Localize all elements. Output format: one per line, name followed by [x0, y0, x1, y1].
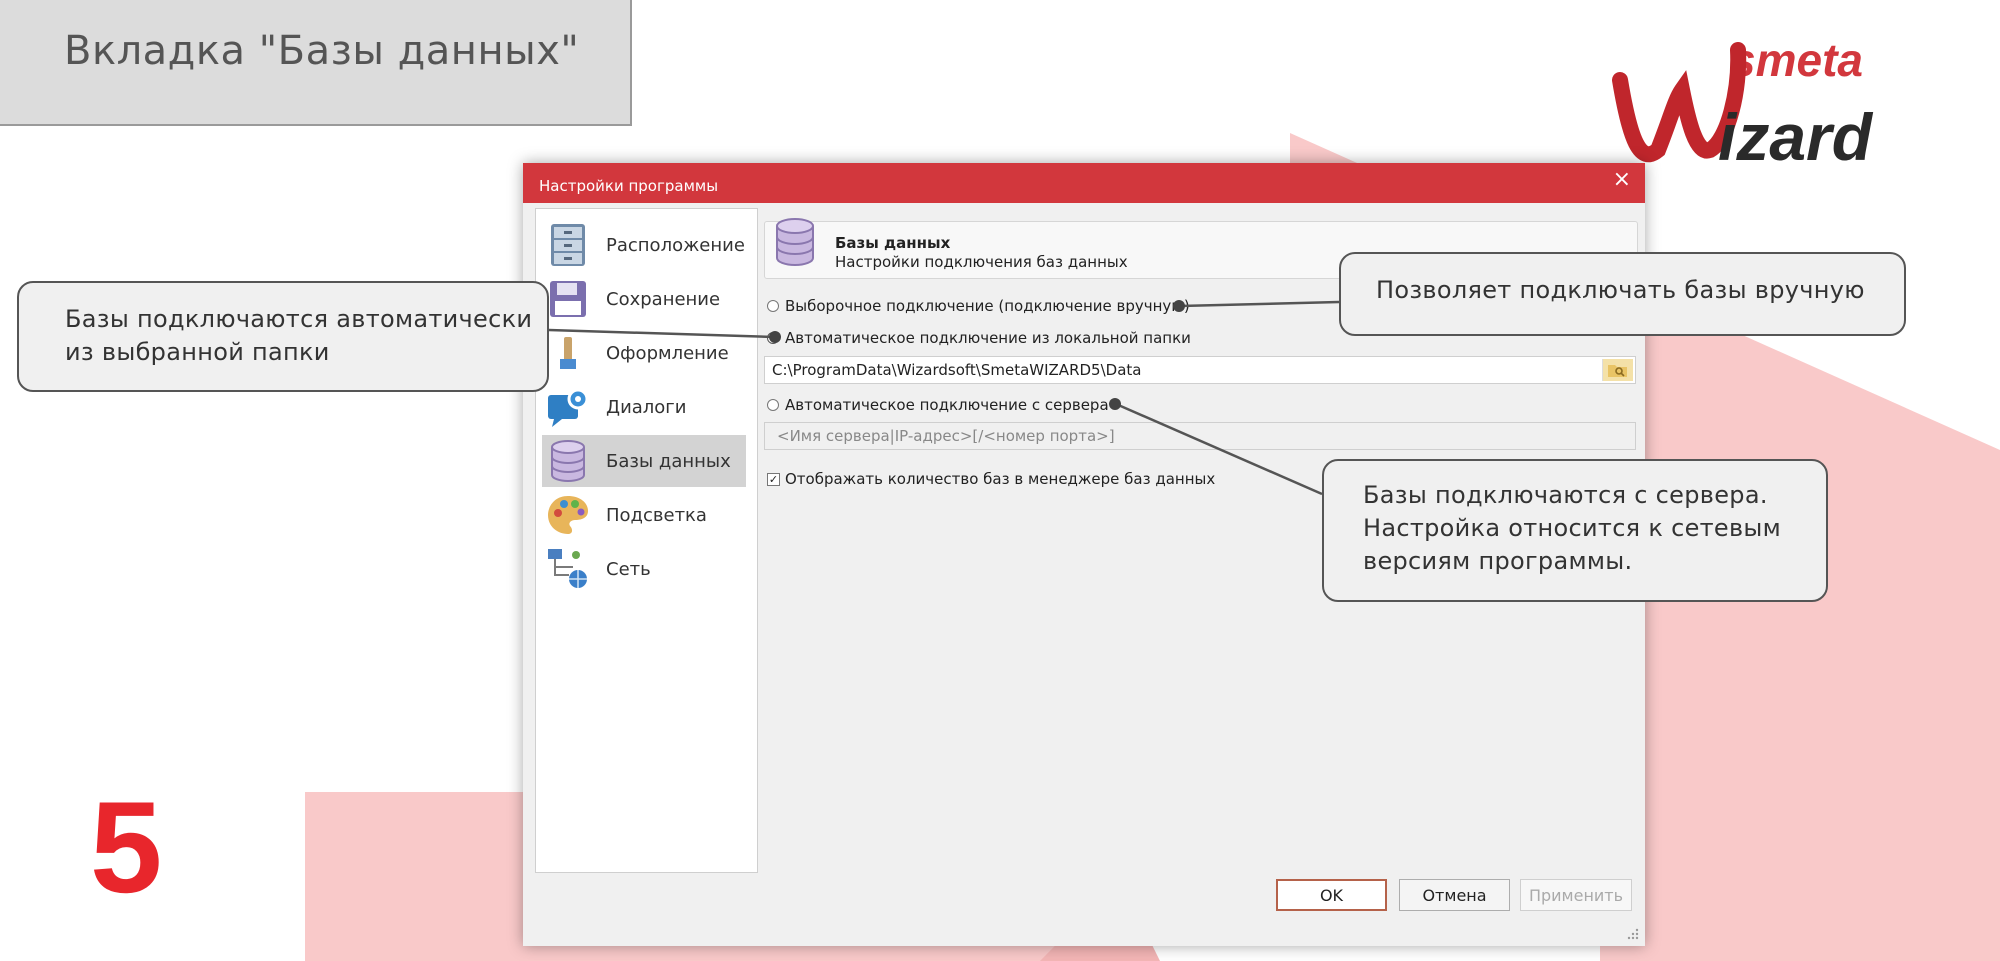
callout-line: Позволяет подключать базы вручную — [1376, 276, 1865, 304]
callout-auto-folder: Базы подключаются автоматически из выбра… — [17, 281, 549, 392]
callout-manual: Позволяет подключать базы вручную — [1339, 252, 1906, 336]
callout-line: из выбранной папки — [65, 338, 330, 366]
callout-server: Базы подключаются с сервера. Настройка о… — [1322, 459, 1828, 602]
callout-line: Базы подключаются автоматически — [65, 305, 533, 333]
callout-line: Настройка относится к сетевым — [1363, 514, 1782, 542]
callout-line: Базы подключаются с сервера. — [1363, 481, 1768, 509]
callout-line: версиям программы. — [1363, 547, 1633, 575]
